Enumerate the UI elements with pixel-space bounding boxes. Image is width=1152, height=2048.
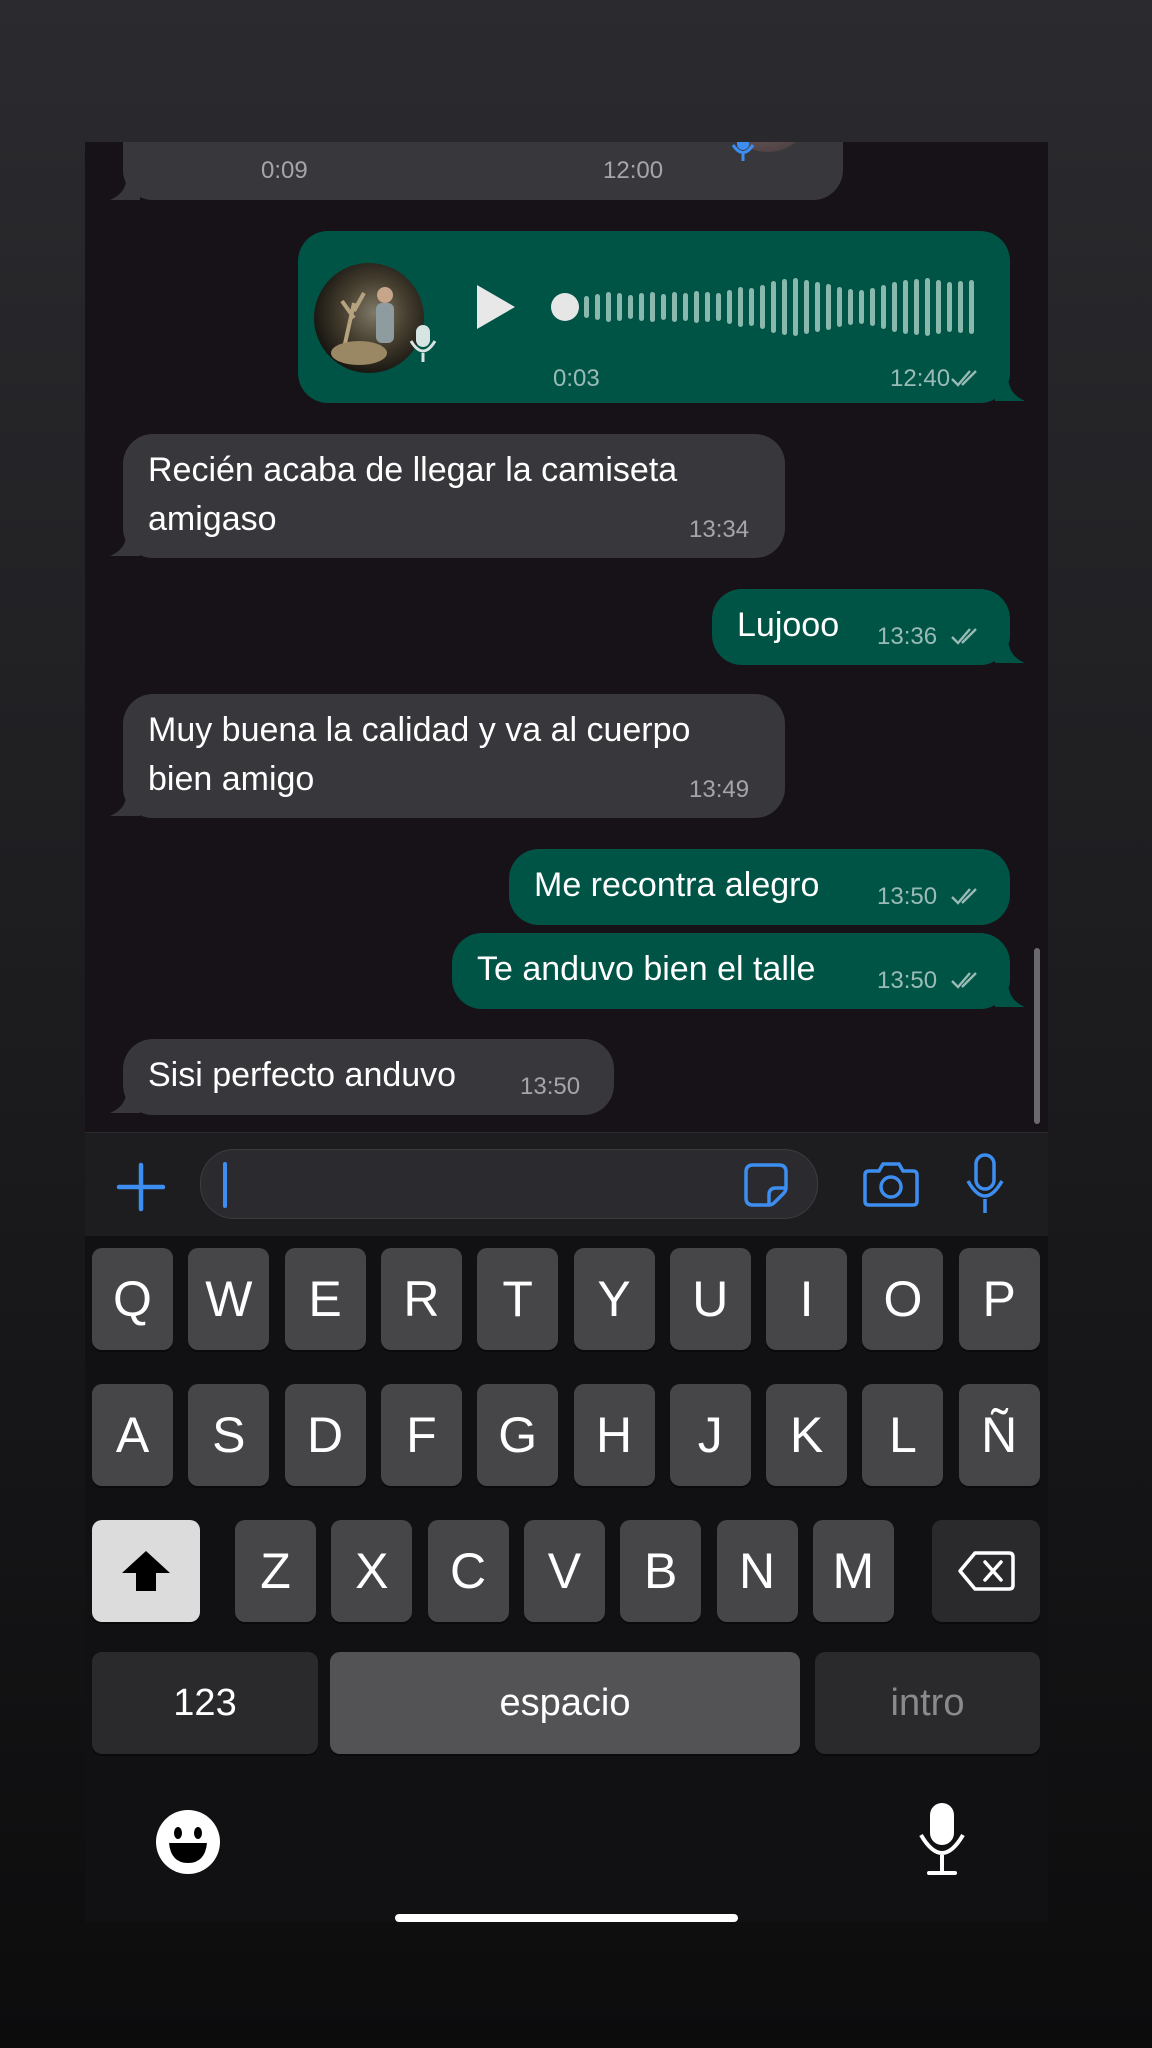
bubble-tail xyxy=(110,1095,140,1113)
message-incoming[interactable]: Sisi perfecto anduvo 13:50 xyxy=(123,1039,614,1115)
message-time: 13:49 xyxy=(689,776,750,803)
message-text: Me recontra alegro xyxy=(534,866,820,904)
bubble-tail xyxy=(110,538,140,556)
return-key[interactable]: intro xyxy=(815,1652,1040,1754)
read-receipt-icon xyxy=(951,628,977,645)
key-w[interactable]: W xyxy=(188,1248,270,1350)
message-incoming[interactable]: Recién acaba de llegar la camiseta amiga… xyxy=(123,434,785,558)
audio-waveform[interactable] xyxy=(550,271,980,343)
key-q[interactable]: Q xyxy=(92,1248,173,1350)
message-outgoing[interactable]: Me recontra alegro 13:50 xyxy=(509,849,1010,925)
voice-message-incoming[interactable]: 0:09 12:00 xyxy=(123,142,843,200)
key-s[interactable]: S xyxy=(188,1384,270,1486)
key-ñ[interactable]: Ñ xyxy=(958,1384,1040,1486)
shift-key[interactable] xyxy=(92,1520,200,1622)
phone-screen: 0:09 12:00 0:03 12:40 Recién acaba de ll… xyxy=(85,142,1048,1922)
message-time: 12:00 xyxy=(603,157,664,184)
key-m[interactable]: M xyxy=(812,1520,894,1622)
key-l[interactable]: L xyxy=(862,1384,944,1486)
key-g[interactable]: G xyxy=(477,1384,559,1486)
numbers-key-label: 123 xyxy=(173,1681,237,1724)
key-y[interactable]: Y xyxy=(573,1248,655,1350)
read-receipt-icon xyxy=(951,370,977,387)
message-text: Lujooo xyxy=(737,606,840,644)
key-t[interactable]: T xyxy=(477,1248,559,1350)
message-outgoing[interactable]: Te anduvo bien el talle 13:50 xyxy=(452,933,1010,1009)
message-incoming[interactable]: Muy buena la calidad y va al cuerpo bien… xyxy=(123,694,785,818)
key-k[interactable]: K xyxy=(766,1384,848,1486)
key-i[interactable]: I xyxy=(766,1248,848,1350)
bubble-tail xyxy=(995,383,1025,401)
microphone-icon xyxy=(409,325,437,362)
backspace-icon xyxy=(958,1551,1015,1591)
voice-duration: 0:09 xyxy=(261,157,308,184)
read-receipt-icon xyxy=(951,972,977,989)
dictation-icon[interactable] xyxy=(917,1801,967,1877)
play-icon[interactable] xyxy=(473,283,517,331)
message-time: 12:40 xyxy=(890,365,951,392)
keyboard: QWERTYUIOP ASDFGHJKLÑ ZXCVBNM 123 espaci… xyxy=(85,1236,1048,1922)
message-time: 13:50 xyxy=(520,1073,581,1100)
voice-duration: 0:03 xyxy=(553,365,600,392)
camera-icon[interactable] xyxy=(863,1159,919,1209)
key-p[interactable]: P xyxy=(958,1248,1040,1350)
key-j[interactable]: J xyxy=(669,1384,751,1486)
voice-message-outgoing[interactable]: 0:03 12:40 xyxy=(298,231,1010,403)
space-key-label: espacio xyxy=(499,1681,631,1724)
microphone-icon[interactable] xyxy=(965,1153,1005,1215)
key-c[interactable]: C xyxy=(427,1520,509,1622)
bubble-tail xyxy=(110,182,140,200)
numbers-key[interactable]: 123 xyxy=(92,1652,318,1754)
text-caret xyxy=(223,1162,227,1208)
read-receipt-icon xyxy=(951,888,977,905)
message-text: Te anduvo bien el talle xyxy=(477,950,816,988)
microphone-icon xyxy=(731,142,755,161)
message-input[interactable] xyxy=(200,1149,818,1219)
key-f[interactable]: F xyxy=(380,1384,462,1486)
key-h[interactable]: H xyxy=(573,1384,655,1486)
bubble-tail xyxy=(110,798,140,816)
chat-area[interactable]: 0:09 12:00 0:03 12:40 Recién acaba de ll… xyxy=(85,142,1048,1132)
message-text: Sisi perfecto anduvo xyxy=(148,1056,457,1094)
key-r[interactable]: R xyxy=(380,1248,462,1350)
message-time: 13:50 xyxy=(877,883,938,910)
home-indicator[interactable] xyxy=(395,1914,738,1922)
backspace-key[interactable] xyxy=(932,1520,1040,1622)
key-u[interactable]: U xyxy=(669,1248,751,1350)
emoji-icon[interactable] xyxy=(155,1809,221,1875)
message-text: Muy buena la calidad y va al cuerpo xyxy=(148,711,691,749)
plus-icon[interactable] xyxy=(115,1161,167,1213)
key-a[interactable]: A xyxy=(92,1384,173,1486)
key-o[interactable]: O xyxy=(862,1248,944,1350)
message-time: 13:50 xyxy=(877,967,938,994)
return-key-label: intro xyxy=(890,1681,965,1724)
key-b[interactable]: B xyxy=(620,1520,702,1622)
message-time: 13:34 xyxy=(689,516,750,543)
key-v[interactable]: V xyxy=(523,1520,605,1622)
message-outgoing[interactable]: Lujooo 13:36 xyxy=(712,589,1010,665)
message-text: bien amigo xyxy=(148,760,315,798)
bubble-tail xyxy=(995,989,1025,1007)
sticker-icon[interactable] xyxy=(743,1162,789,1208)
message-time: 13:36 xyxy=(877,623,938,650)
message-input-bar xyxy=(85,1132,1048,1237)
message-text: amigaso xyxy=(148,500,277,538)
shift-icon xyxy=(122,1551,170,1591)
bubble-tail xyxy=(995,645,1025,663)
scrollbar[interactable] xyxy=(1034,948,1040,1124)
key-d[interactable]: D xyxy=(284,1384,366,1486)
space-key[interactable]: espacio xyxy=(330,1652,800,1754)
key-e[interactable]: E xyxy=(284,1248,366,1350)
message-text: Recién acaba de llegar la camiseta xyxy=(148,451,678,489)
key-x[interactable]: X xyxy=(331,1520,413,1622)
key-n[interactable]: N xyxy=(716,1520,798,1622)
key-z[interactable]: Z xyxy=(235,1520,316,1622)
